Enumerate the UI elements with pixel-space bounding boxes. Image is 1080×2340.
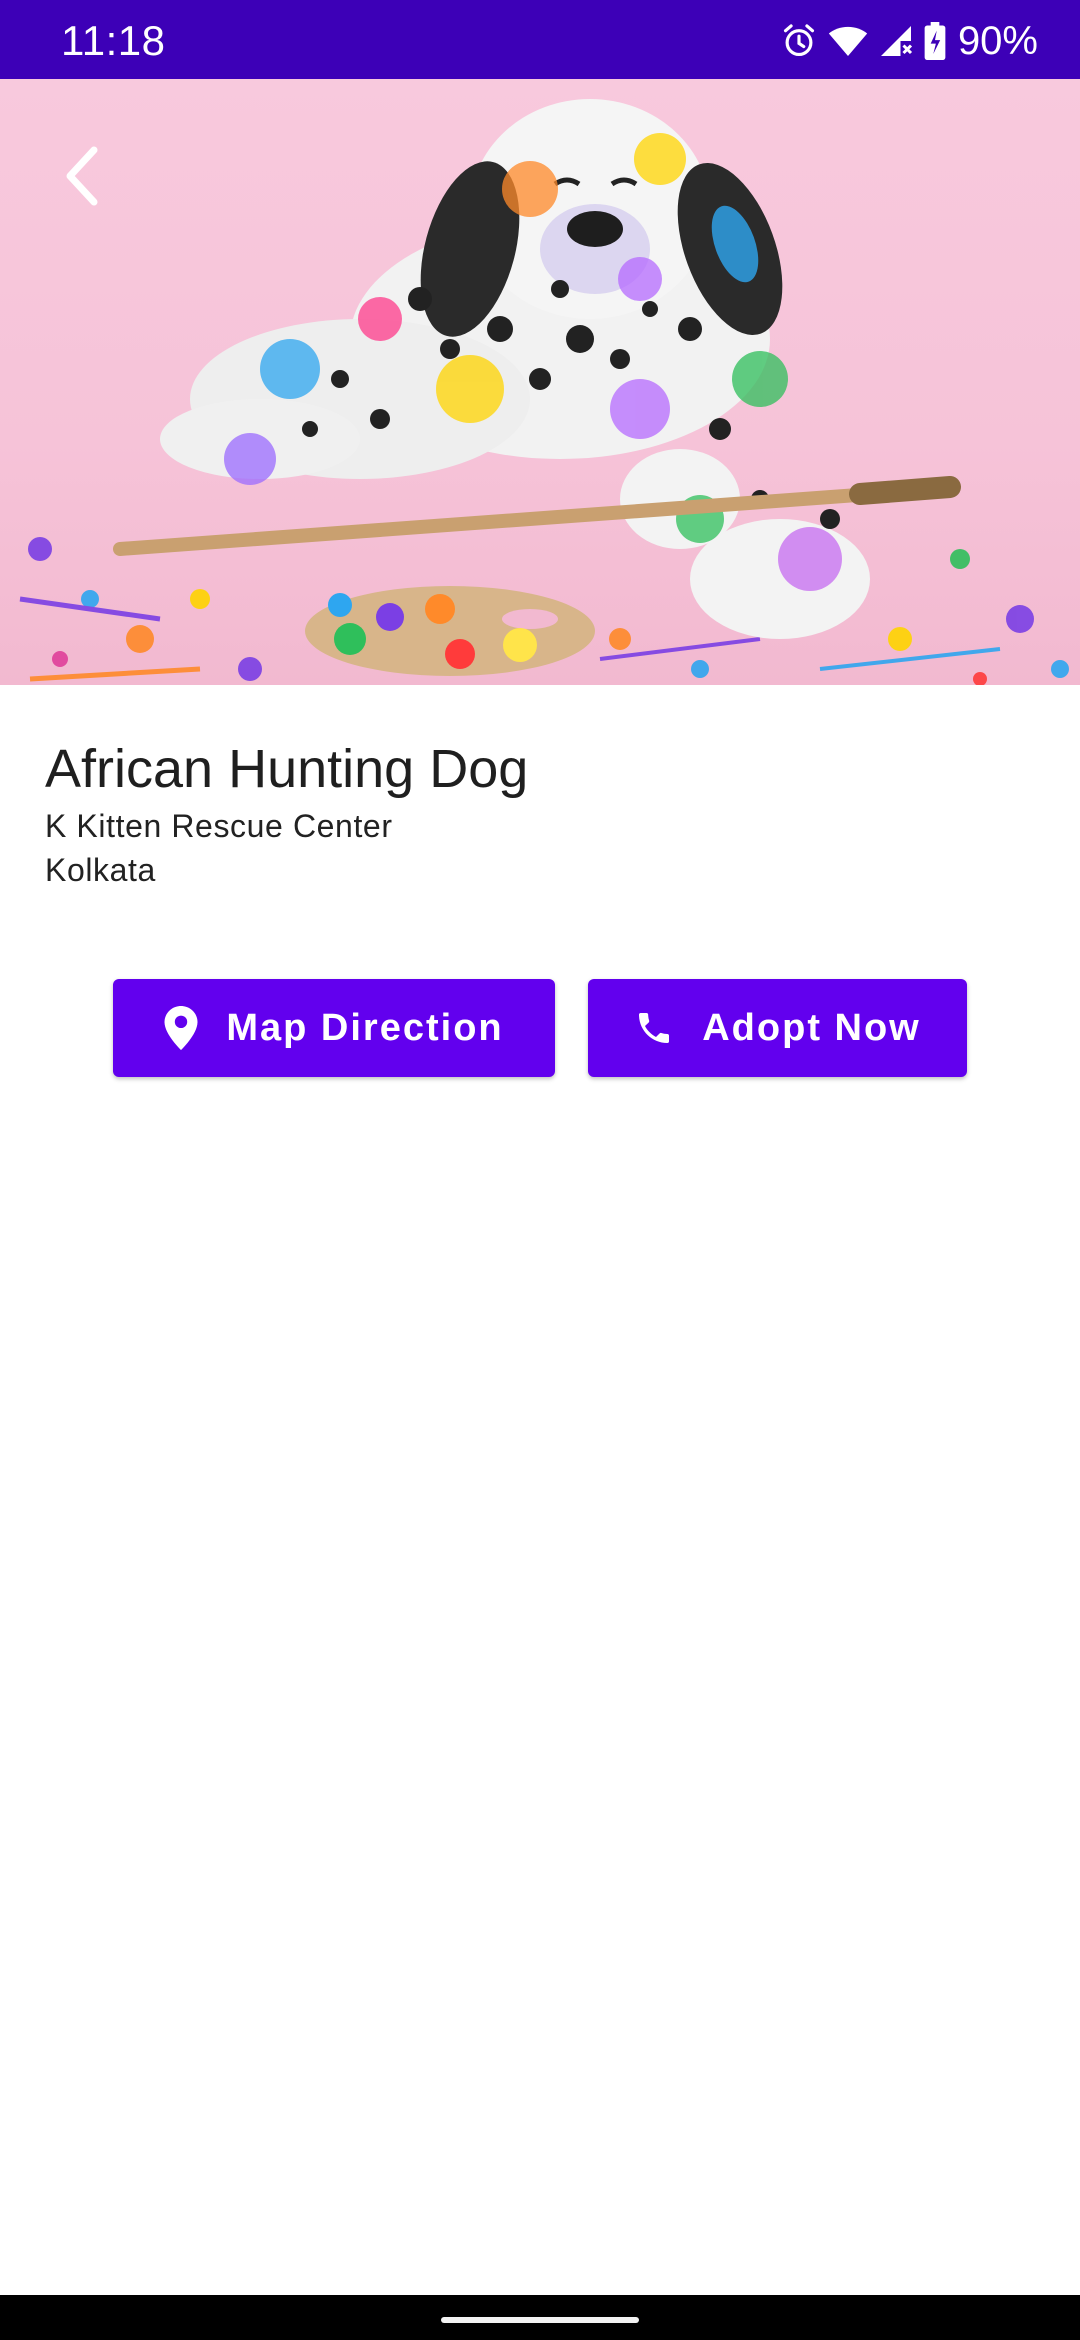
navigation-bar (0, 2295, 1080, 2340)
map-direction-label: Map Direction (226, 1006, 504, 1049)
location-pin-icon (164, 1006, 198, 1050)
shelter-name: K Kitten Rescue Center (45, 808, 393, 844)
pet-name: African Hunting Dog (45, 739, 529, 799)
status-icons: 90% (780, 18, 1038, 64)
battery-percent: 90% (957, 19, 1038, 63)
battery-charging-icon (924, 22, 946, 60)
pet-photo (0, 79, 1080, 685)
home-gesture-handle[interactable] (441, 2317, 639, 2323)
cellular-signal-icon (878, 23, 914, 59)
wifi-icon (828, 23, 868, 59)
alarm-icon (780, 22, 818, 60)
phone-icon (634, 1008, 674, 1048)
adopt-now-label: Adopt Now (702, 1006, 921, 1049)
shelter-city: Kolkata (45, 852, 156, 888)
back-button[interactable] (50, 138, 114, 218)
map-direction-button[interactable]: Map Direction (113, 979, 555, 1077)
chevron-left-icon (62, 146, 102, 211)
status-bar: 11:18 90% (0, 0, 1080, 79)
adopt-now-button[interactable]: Adopt Now (588, 979, 967, 1077)
status-time: 11:18 (61, 17, 166, 64)
